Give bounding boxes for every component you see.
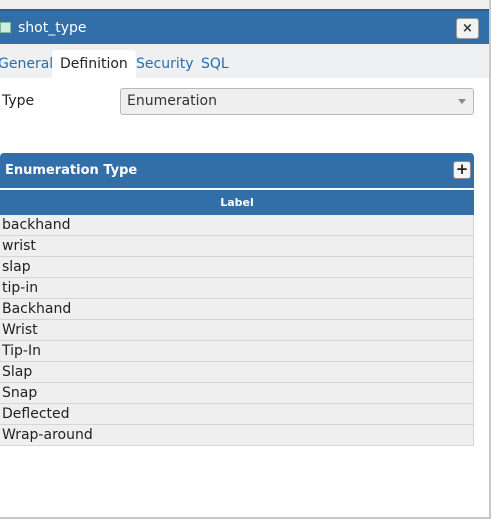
table-row[interactable]: wrist [0, 236, 473, 257]
enumeration-panel-header: Enumeration Type + [0, 153, 474, 188]
tab-sql[interactable]: SQL [201, 50, 229, 78]
close-icon: × [462, 21, 473, 36]
table-row[interactable]: backhand [0, 215, 473, 236]
top-strip [0, 0, 489, 9]
plus-icon: + [455, 160, 469, 178]
table-row[interactable]: Slap [0, 362, 473, 383]
column-header-label[interactable]: Label [0, 189, 474, 215]
close-button[interactable]: × [456, 18, 479, 39]
table-row[interactable]: Tip-In [0, 341, 473, 362]
table-row[interactable]: tip-in [0, 278, 473, 299]
chevron-down-icon [458, 99, 466, 104]
type-select-value: Enumeration [127, 93, 217, 109]
tab-definition[interactable]: Definition [52, 50, 136, 78]
table-row[interactable]: Snap [0, 383, 473, 404]
tab-security[interactable]: Security [136, 50, 194, 78]
table-row[interactable]: Deflected [0, 404, 473, 425]
type-select[interactable]: Enumeration [120, 88, 474, 115]
type-label: Type [2, 93, 35, 109]
dialog: shot_type × General Definition Security … [0, 0, 491, 519]
type-icon [0, 22, 11, 33]
panel-title: Enumeration Type [5, 163, 138, 178]
table-row[interactable]: Backhand [0, 299, 473, 320]
dialog-titlebar[interactable]: shot_type × [0, 9, 489, 44]
tab-general[interactable]: General [0, 50, 53, 78]
add-row-button[interactable]: + [453, 161, 471, 179]
dialog-title: shot_type [18, 20, 87, 36]
tab-bar: General Definition Security SQL [0, 44, 489, 78]
table-row[interactable]: Wrap-around [0, 425, 473, 446]
table-row[interactable]: Wrist [0, 320, 473, 341]
enumeration-rows: backhand wrist slap tip-in Backhand Wris… [0, 215, 474, 446]
table-row[interactable]: slap [0, 257, 473, 278]
